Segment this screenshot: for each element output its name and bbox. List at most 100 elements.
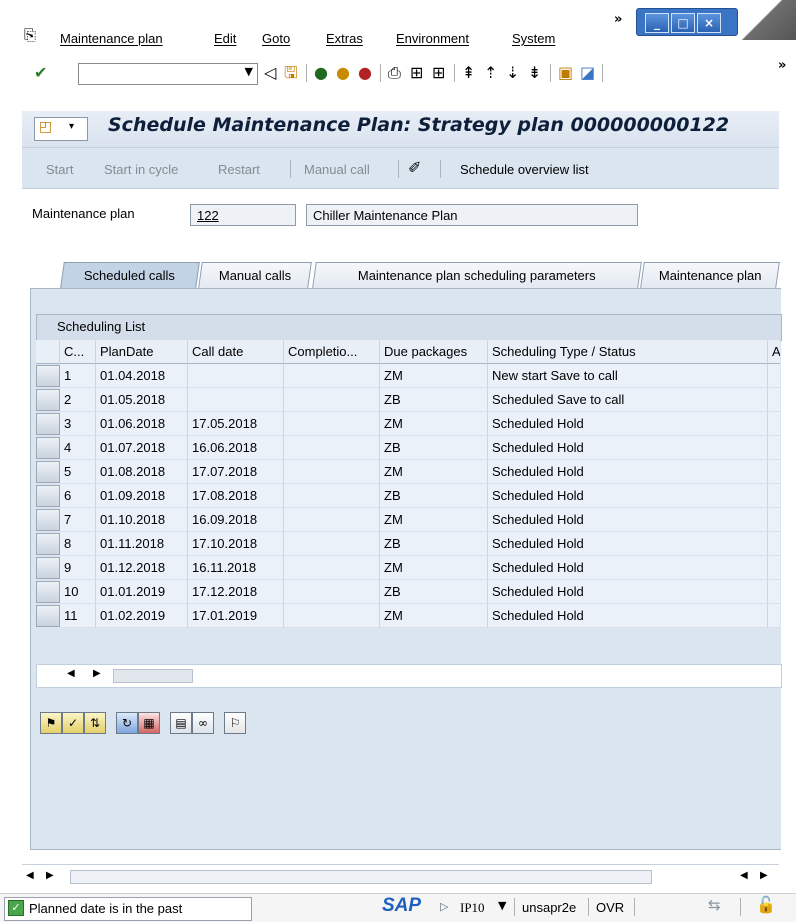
more-menu-icon[interactable]: » — [614, 12, 622, 27]
table-row[interactable]: 6 01.09.2018 17.08.2018 ZB Scheduled Hold — [36, 484, 780, 508]
cell-status[interactable]: Scheduled Save to call — [488, 388, 768, 412]
schedule-overview-button[interactable]: Schedule overview list — [460, 162, 589, 177]
row-selector[interactable] — [36, 581, 60, 603]
column-header-call-date[interactable]: Call date — [188, 340, 284, 364]
calendar-icon[interactable]: ▦ — [138, 712, 160, 734]
row-selector[interactable] — [36, 605, 60, 627]
flag-green-icon[interactable]: ⚑ — [40, 712, 62, 734]
table-row[interactable]: 4 01.07.2018 16.06.2018 ZB Scheduled Hold — [36, 436, 780, 460]
cell-a[interactable] — [768, 508, 780, 532]
scroll-thumb[interactable] — [70, 870, 652, 884]
minimize-icon[interactable]: _ — [645, 13, 669, 33]
cell-c[interactable]: 2 — [60, 388, 96, 412]
cell-c[interactable]: 6 — [60, 484, 96, 508]
cell-due-packages[interactable]: ZB — [380, 436, 488, 460]
scroll-left-icon[interactable]: ◀ — [67, 668, 75, 679]
cell-a[interactable] — [768, 436, 780, 460]
cell-c[interactable]: 11 — [60, 604, 96, 628]
row-selector[interactable] — [36, 533, 60, 555]
refresh-icon[interactable]: ↻ — [116, 712, 138, 734]
menu-goto[interactable]: Goto — [262, 31, 290, 46]
tab-manual-calls[interactable]: Manual calls — [198, 262, 312, 288]
row-selector[interactable] — [36, 461, 60, 483]
cell-c[interactable]: 8 — [60, 532, 96, 556]
enter-check-icon[interactable]: ✔ — [34, 62, 47, 84]
cell-due-packages[interactable]: ZB — [380, 484, 488, 508]
menu-edit[interactable]: Edit — [214, 31, 236, 46]
exit-icon[interactable]: ● — [336, 62, 350, 84]
cell-a[interactable] — [768, 604, 780, 628]
scroll-right-icon[interactable]: ▶ — [46, 870, 54, 881]
cell-plan-date[interactable]: 01.05.2018 — [96, 388, 188, 412]
cell-call-date[interactable]: 17.05.2018 — [188, 412, 284, 436]
cell-status[interactable]: Scheduled Hold — [488, 556, 768, 580]
tab-scheduled-calls[interactable]: Scheduled calls — [60, 262, 200, 288]
table-horizontal-scrollbar[interactable]: ◀ ▶ — [36, 664, 782, 688]
cell-due-packages[interactable]: ZB — [380, 388, 488, 412]
cell-plan-date[interactable]: 01.12.2018 — [96, 556, 188, 580]
back-arrow-icon[interactable]: ◁ — [264, 62, 276, 84]
edit-schedule-icon[interactable]: ✐ — [408, 158, 421, 178]
row-selector[interactable] — [36, 557, 60, 579]
cell-status[interactable]: New start Save to call — [488, 364, 768, 388]
cell-plan-date[interactable]: 01.01.2019 — [96, 580, 188, 604]
cell-status[interactable]: Scheduled Hold — [488, 412, 768, 436]
cell-completion[interactable] — [284, 460, 380, 484]
scroll-left-icon[interactable]: ◀ — [740, 870, 748, 881]
cell-call-date[interactable]: 17.08.2018 — [188, 484, 284, 508]
cell-completion[interactable] — [284, 484, 380, 508]
chevron-down-icon[interactable]: ▼ — [245, 65, 253, 78]
cell-call-date[interactable]: 17.10.2018 — [188, 532, 284, 556]
check-release-icon[interactable]: ✓ — [62, 712, 84, 734]
cell-status[interactable]: Scheduled Hold — [488, 580, 768, 604]
cell-completion[interactable] — [284, 604, 380, 628]
print-icon[interactable]: ⎙ — [388, 62, 401, 84]
row-selector[interactable] — [36, 413, 60, 435]
cell-plan-date[interactable]: 01.11.2018 — [96, 532, 188, 556]
cell-a[interactable] — [768, 412, 780, 436]
cell-completion[interactable] — [284, 508, 380, 532]
cell-due-packages[interactable]: ZM — [380, 412, 488, 436]
screen-menu-icon[interactable]: ◰ ▾ — [34, 117, 88, 141]
cell-a[interactable] — [768, 460, 780, 484]
row-selector[interactable] — [36, 485, 60, 507]
cell-call-date[interactable] — [188, 364, 284, 388]
cell-plan-date[interactable]: 01.04.2018 — [96, 364, 188, 388]
table-row[interactable]: 2 01.05.2018 ZB Scheduled Save to call — [36, 388, 780, 412]
cell-a[interactable] — [768, 556, 780, 580]
table-row[interactable]: 7 01.10.2018 16.09.2018 ZM Scheduled Hold — [36, 508, 780, 532]
table-row[interactable]: 5 01.08.2018 17.07.2018 ZM Scheduled Hold — [36, 460, 780, 484]
cell-status[interactable]: Scheduled Hold — [488, 508, 768, 532]
cell-plan-date[interactable]: 01.10.2018 — [96, 508, 188, 532]
call-objects-icon[interactable]: ⇅ — [84, 712, 106, 734]
cell-call-date[interactable]: 16.06.2018 — [188, 436, 284, 460]
start-button[interactable]: Start — [46, 162, 73, 177]
tab-scheduling-parameters[interactable]: Maintenance plan scheduling parameters — [312, 262, 642, 288]
table-row[interactable]: 10 01.01.2019 17.12.2018 ZB Scheduled Hold — [36, 580, 780, 604]
create-session-icon[interactable]: ▣ — [558, 62, 573, 84]
row-selector[interactable] — [36, 365, 60, 387]
cell-call-date[interactable]: 17.12.2018 — [188, 580, 284, 604]
cell-c[interactable]: 3 — [60, 412, 96, 436]
maximize-icon[interactable]: □ — [671, 13, 695, 33]
cell-completion[interactable] — [284, 436, 380, 460]
tab-maintenance-plan[interactable]: Maintenance plan — [640, 262, 780, 288]
cell-plan-date[interactable]: 01.08.2018 — [96, 460, 188, 484]
back-icon[interactable]: ● — [314, 62, 328, 84]
main-horizontal-scrollbar[interactable]: ◀ ▶ ◀ ▶ — [22, 864, 779, 889]
menu-extras[interactable]: Extras — [326, 31, 363, 46]
menu-maintenance-plan[interactable]: Maintenance plan — [60, 31, 163, 46]
scroll-right-icon[interactable]: ▶ — [93, 668, 101, 679]
cell-due-packages[interactable]: ZM — [380, 364, 488, 388]
cell-completion[interactable] — [284, 556, 380, 580]
cell-a[interactable] — [768, 388, 780, 412]
row-selector[interactable] — [36, 509, 60, 531]
first-page-icon[interactable]: ⇞ — [462, 62, 475, 84]
cell-status[interactable]: Scheduled Hold — [488, 436, 768, 460]
cell-c[interactable]: 5 — [60, 460, 96, 484]
column-header-a[interactable]: A — [768, 340, 780, 364]
cell-a[interactable] — [768, 580, 780, 604]
system-dropdown-icon[interactable]: ▼ — [498, 899, 506, 912]
table-row[interactable]: 8 01.11.2018 17.10.2018 ZB Scheduled Hold — [36, 532, 780, 556]
cell-completion[interactable] — [284, 412, 380, 436]
